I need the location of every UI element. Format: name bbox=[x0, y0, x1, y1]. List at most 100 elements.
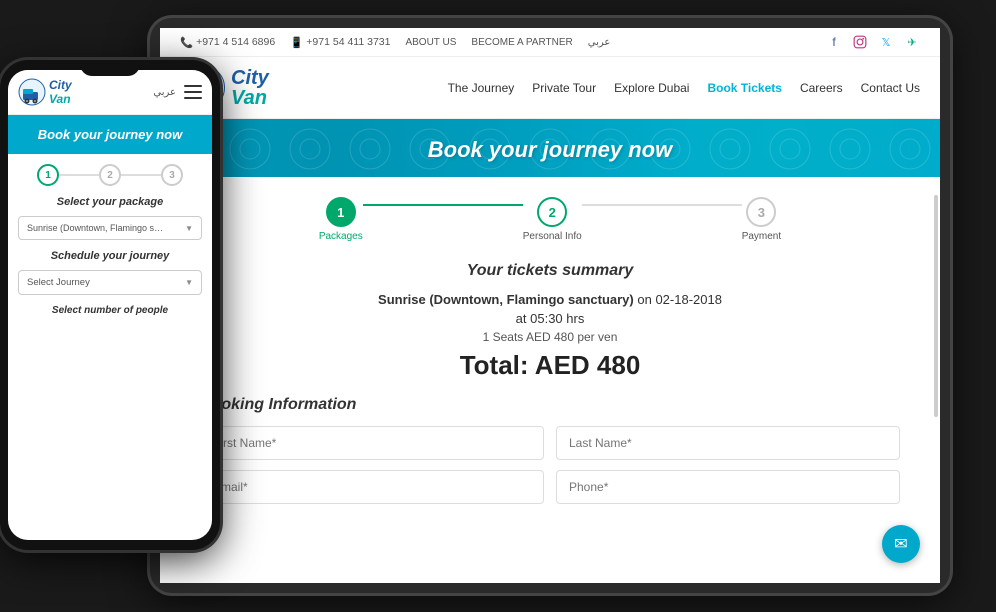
step-1-container: 1 Packages bbox=[319, 197, 363, 242]
booking-info-section: Booking Information bbox=[200, 396, 900, 504]
about-us-link[interactable]: ABOUT US bbox=[405, 37, 456, 48]
select-journey-label: Select Journey bbox=[27, 277, 90, 288]
mobile-journey-dropdown[interactable]: Select Journey ▼ bbox=[18, 270, 202, 295]
step-2-circle: 2 bbox=[537, 197, 567, 227]
total-price: Total: AED 480 bbox=[200, 350, 900, 381]
instagram-icon[interactable] bbox=[852, 34, 868, 50]
mobile-top-bar: City Van عربي bbox=[8, 70, 212, 115]
step-1-number: 1 bbox=[337, 205, 344, 220]
mobile-step-2-number: 2 bbox=[107, 170, 113, 181]
mobile-hero-title: Book your journey now bbox=[18, 127, 202, 142]
journey-time: at 05:30 hrs bbox=[200, 311, 900, 326]
mobile-card: 1 2 3 Select your package Sunrise (Downt… bbox=[8, 154, 212, 326]
hero-title: Book your journey now bbox=[180, 137, 920, 163]
phone2-number: +971 54 411 3731 bbox=[306, 36, 390, 48]
mobile-device: City Van عربي Book your journey now bbox=[0, 60, 220, 550]
mobile-nav-right: عربي bbox=[153, 85, 202, 99]
phone2-item: 📱 +971 54 411 3731 bbox=[290, 36, 390, 49]
partner-link[interactable]: BECOME A PARTNER bbox=[471, 37, 572, 48]
top-bar-contacts: 📞 +971 4 514 6896 📱 +971 54 411 3731 ABO… bbox=[180, 36, 610, 49]
mobile-step-2: 2 bbox=[99, 164, 121, 186]
tablet-device: 📞 +971 4 514 6896 📱 +971 54 411 3731 ABO… bbox=[150, 18, 950, 593]
journey-name-date: Sunrise (Downtown, Flamingo sanctuary) o… bbox=[200, 292, 900, 307]
mobile-notch bbox=[80, 60, 140, 76]
step-3-number: 3 bbox=[758, 205, 765, 220]
step-3-circle: 3 bbox=[746, 197, 776, 227]
tickets-summary-section: Your tickets summary Sunrise (Downtown, … bbox=[200, 262, 900, 381]
mobile-step-line-1 bbox=[59, 174, 99, 176]
package-dropdown-arrow: ▼ bbox=[185, 224, 193, 233]
journey-dropdown-arrow: ▼ bbox=[185, 278, 193, 287]
booking-info-title: Booking Information bbox=[200, 396, 900, 414]
step-2-number: 2 bbox=[549, 205, 556, 220]
phone1-number: +971 4 514 6896 bbox=[196, 36, 275, 48]
social-icons: f 𝕏 ✈ bbox=[826, 34, 920, 50]
contact-row bbox=[200, 470, 900, 504]
scrollbar[interactable] bbox=[934, 195, 938, 417]
chat-icon: ✉ bbox=[894, 534, 907, 554]
mobile-step-3-number: 3 bbox=[169, 170, 175, 181]
mobile-logo-text: City Van bbox=[49, 78, 72, 106]
journey-name: Sunrise (Downtown, Flamingo sanctuary) bbox=[378, 292, 634, 307]
progress-steps: 1 Packages 2 Personal Info 3 Payment bbox=[200, 197, 900, 242]
nav-links: The Journey Private Tour Explore Dubai B… bbox=[448, 81, 920, 95]
mobile-progress-steps: 1 2 3 bbox=[18, 164, 202, 186]
step-connector-1-2 bbox=[363, 204, 523, 206]
step-3-label: Payment bbox=[742, 231, 781, 242]
mobile-icon: 📱 bbox=[290, 36, 303, 49]
nav-private-tour[interactable]: Private Tour bbox=[532, 81, 596, 95]
phone-icon: 📞 bbox=[180, 36, 193, 49]
mobile-package-selected: Sunrise (Downtown, Flamingo sanctuary) bbox=[27, 223, 167, 233]
phone1-item: 📞 +971 4 514 6896 bbox=[180, 36, 275, 49]
mobile-arabic-link[interactable]: عربي bbox=[153, 87, 176, 98]
mobile-package-dropdown[interactable]: Sunrise (Downtown, Flamingo sanctuary) ▼ bbox=[18, 216, 202, 240]
mobile-hero: Book your journey now bbox=[8, 115, 212, 154]
mobile-step-3: 3 bbox=[161, 164, 183, 186]
step-2-label: Personal Info bbox=[523, 231, 582, 242]
name-row bbox=[200, 426, 900, 460]
mobile-people-title: Select number of people bbox=[18, 305, 202, 316]
tripadvisor-icon[interactable]: ✈ bbox=[904, 34, 920, 50]
mobile-step-line-2 bbox=[121, 174, 161, 176]
tablet-top-bar: 📞 +971 4 514 6896 📱 +971 54 411 3731 ABO… bbox=[160, 28, 940, 57]
hamburger-line-3 bbox=[184, 97, 202, 99]
step-1-label: Packages bbox=[319, 231, 363, 242]
nav-careers[interactable]: Careers bbox=[800, 81, 843, 95]
mobile-screen: City Van عربي Book your journey now bbox=[8, 70, 212, 540]
nav-explore-dubai[interactable]: Explore Dubai bbox=[614, 81, 689, 95]
logo-van: Van bbox=[231, 88, 269, 108]
main-content: 1 Packages 2 Personal Info 3 Payment bbox=[160, 177, 940, 534]
mobile-logo-icon bbox=[18, 78, 46, 106]
tablet-screen: 📞 +971 4 514 6896 📱 +971 54 411 3731 ABO… bbox=[160, 28, 940, 583]
arabic-link[interactable]: عربي bbox=[588, 37, 611, 48]
logo-city: City bbox=[231, 68, 269, 88]
nav-book-tickets[interactable]: Book Tickets bbox=[707, 81, 781, 95]
nav-contact-us[interactable]: Contact Us bbox=[861, 81, 920, 95]
step-connector-2-3 bbox=[582, 204, 742, 206]
email-input[interactable] bbox=[200, 470, 544, 504]
nav-the-journey[interactable]: The Journey bbox=[448, 81, 515, 95]
mobile-logo: City Van bbox=[18, 78, 72, 106]
hamburger-line-1 bbox=[184, 85, 202, 87]
step-3-container: 3 Payment bbox=[742, 197, 781, 242]
step-1-circle: 1 bbox=[326, 197, 356, 227]
phone-input[interactable] bbox=[556, 470, 900, 504]
mobile-step-1: 1 bbox=[37, 164, 59, 186]
logo-text: City Van bbox=[231, 68, 269, 108]
hamburger-menu[interactable] bbox=[184, 85, 202, 99]
hero-banner: Book your journey now bbox=[160, 119, 940, 177]
mobile-logo-van: Van bbox=[49, 92, 72, 106]
first-name-input[interactable] bbox=[200, 426, 544, 460]
twitter-icon[interactable]: 𝕏 bbox=[878, 34, 894, 50]
tablet-navbar: City Van The Journey Private Tour Explor… bbox=[160, 57, 940, 119]
mobile-logo-city: City bbox=[49, 78, 72, 92]
facebook-icon[interactable]: f bbox=[826, 34, 842, 50]
last-name-input[interactable] bbox=[556, 426, 900, 460]
mobile-package-title: Select your package bbox=[18, 196, 202, 208]
step-2-container: 2 Personal Info bbox=[523, 197, 582, 242]
journey-date: on 02-18-2018 bbox=[637, 292, 722, 307]
summary-title: Your tickets summary bbox=[200, 262, 900, 280]
mobile-schedule-title: Schedule your journey bbox=[18, 250, 202, 262]
seats-info: 1 Seats AED 480 per ven bbox=[200, 330, 900, 344]
chat-bubble[interactable]: ✉ bbox=[882, 525, 920, 563]
